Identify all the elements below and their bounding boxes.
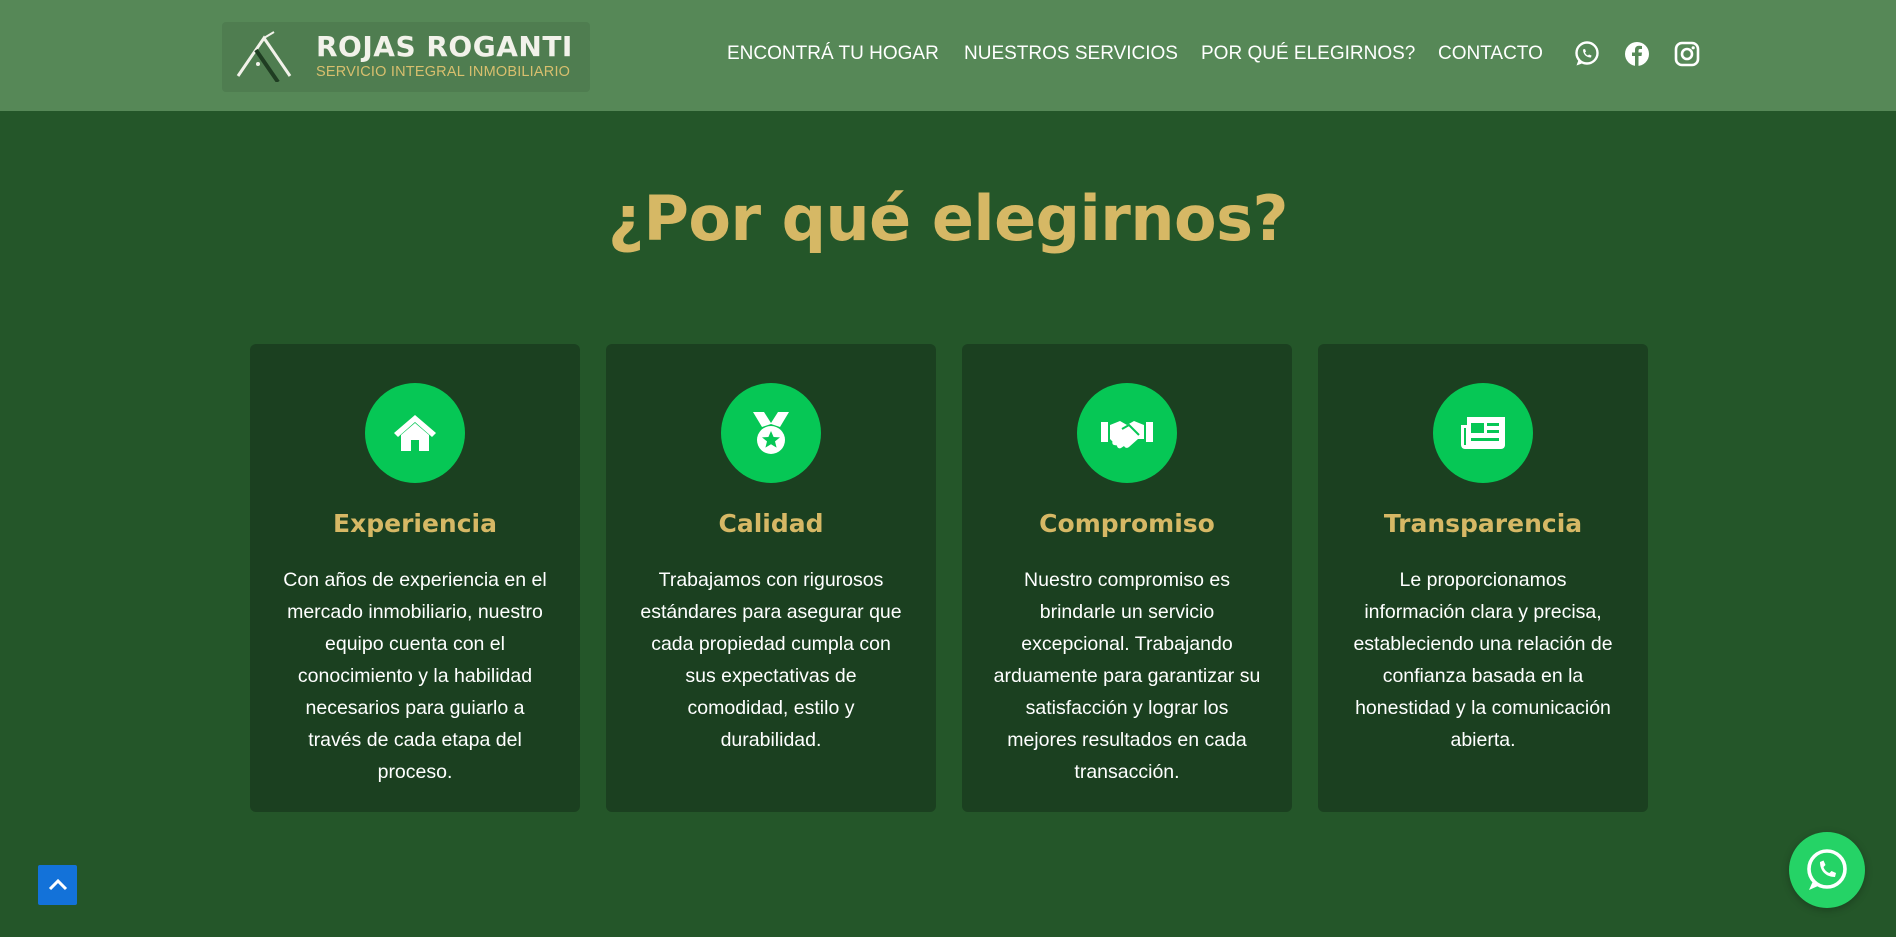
card-text: Nuestro compromiso es brindarle un servi… [993,569,1261,783]
chevron-up-icon [48,878,67,891]
card-title: Compromiso [1039,509,1215,538]
card-title: Experiencia [333,509,497,538]
feature-card-transparencia: Transparencia Le proporcionamos informac… [1318,344,1648,812]
section-title: ¿Por qué elegirnos? [608,182,1288,255]
newspaper-icon [1461,417,1505,449]
card-icon-circle [721,383,821,483]
card-text: Trabajamos con rigurosos estándares para… [640,569,902,751]
handshake-icon [1101,421,1153,449]
home-icon [394,415,436,451]
site-logo[interactable]: ROJAS ROGANTI SERVICIO INTEGRAL INMOBILI… [222,22,590,92]
card-icon-circle [1433,383,1533,483]
nav-item-por-que-elegirnos[interactable]: POR QUÉ ELEGIRNOS? [1201,43,1415,65]
facebook-icon[interactable] [1623,40,1651,68]
card-text: Con años de experiencia en el mercado in… [283,569,547,783]
whatsapp-float-button[interactable] [1789,832,1865,908]
medal-icon [753,412,789,454]
whatsapp-icon [1807,849,1847,890]
card-text: Le proporcionamos información clara y pr… [1353,569,1613,751]
card-icon-circle [1077,383,1177,483]
card-icon-circle [365,383,465,483]
nav-item-nuestros-servicios[interactable]: NUESTROS SERVICIOS [964,43,1178,65]
house-roof-logo-icon [236,31,292,82]
nav-item-encontra-tu-hogar[interactable]: ENCONTRÁ TU HOGAR [727,43,939,65]
feature-card-calidad: Calidad Trabajamos con rigurosos estánda… [606,344,936,812]
nav-item-contacto[interactable]: CONTACTO [1438,43,1543,65]
instagram-icon[interactable] [1673,40,1701,68]
logo-subtitle: SERVICIO INTEGRAL INMOBILIARIO [316,64,571,80]
feature-card-experiencia: Experiencia Con años de experiencia en e… [250,344,580,812]
back-to-top-button[interactable] [38,865,77,905]
logo-title: ROJAS ROGANTI [316,30,573,63]
card-title: Calidad [718,509,824,538]
feature-card-compromiso: Compromiso Nuestro compromiso es brindar… [962,344,1292,812]
card-title: Transparencia [1383,509,1583,538]
whatsapp-icon[interactable] [1573,40,1601,68]
site-header: ROJAS ROGANTI SERVICIO INTEGRAL INMOBILI… [0,0,1896,111]
